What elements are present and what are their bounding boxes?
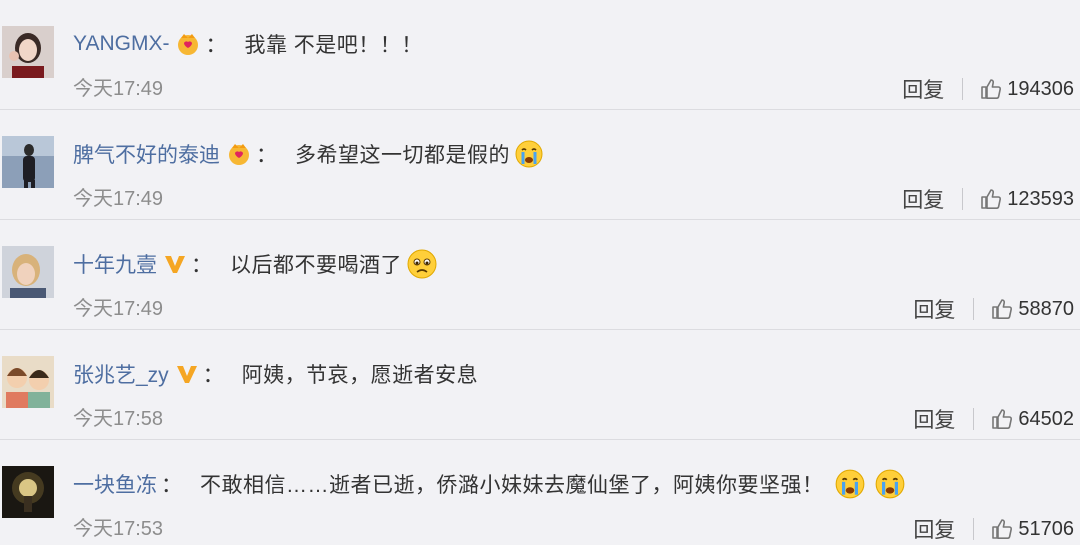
- comment-text: 阿姨，节哀，愿逝者安息: [241, 364, 479, 387]
- colon: ：: [191, 254, 212, 277]
- avatar[interactable]: [2, 466, 54, 518]
- timestamp: 今天17:58: [73, 408, 164, 430]
- like-count: 123593: [1007, 187, 1074, 210]
- like-count: 64502: [1018, 407, 1074, 430]
- comment-text: 多希望这一切都是假的: [295, 144, 510, 167]
- comment-text: 以后都不要喝酒了: [230, 254, 402, 277]
- thumbs-up-icon: [990, 407, 1014, 431]
- timestamp: 今天17:49: [73, 188, 164, 210]
- colon: ：: [202, 364, 224, 387]
- avatar[interactable]: [2, 356, 54, 408]
- crown-heart-icon: [226, 142, 252, 166]
- timestamp: 今天17:49: [73, 78, 164, 100]
- like-button[interactable]: 123593: [979, 187, 1074, 211]
- thumbs-up-icon: [979, 77, 1003, 101]
- like-button[interactable]: 51706: [990, 517, 1074, 541]
- thumbs-up-icon: [990, 297, 1014, 321]
- divider: [973, 518, 975, 540]
- username[interactable]: 十年九壹: [73, 249, 157, 279]
- comment-item: 张兆艺_zy ： 阿姨，节哀，愿逝者安息 今天17:58 回复 64502: [0, 330, 1080, 440]
- crying-emoji-icon: [874, 468, 906, 500]
- avatar[interactable]: [2, 246, 54, 298]
- like-count: 58870: [1018, 297, 1074, 320]
- reply-button[interactable]: 回复: [913, 294, 955, 324]
- avatar[interactable]: [2, 26, 54, 78]
- divider: [973, 408, 975, 430]
- crown-heart-icon: [175, 32, 201, 56]
- like-button[interactable]: 194306: [979, 77, 1074, 101]
- reply-button[interactable]: 回复: [902, 184, 944, 214]
- timestamp: 今天17:53: [73, 518, 164, 540]
- username[interactable]: 脾气不好的泰迪: [73, 139, 220, 169]
- username[interactable]: YANGMX-: [73, 32, 169, 56]
- thumbs-up-icon: [979, 187, 1003, 211]
- colon: ：: [161, 474, 182, 497]
- vip-v-icon: [175, 363, 199, 385]
- username[interactable]: 张兆艺_zy: [73, 359, 169, 389]
- like-count: 194306: [1007, 77, 1074, 100]
- colon: ：: [256, 144, 277, 167]
- comment-item: YANGMX- ： 我靠 不是吧！！！ 今天17:49 回复 194306: [0, 0, 1080, 110]
- crying-emoji-icon: [834, 468, 866, 500]
- divider: [973, 298, 975, 320]
- like-button[interactable]: 58870: [990, 297, 1074, 321]
- comment-text: 不敢相信……逝者已逝，侨潞小妹妹去魔仙堡了，阿姨你要坚强！: [200, 474, 824, 497]
- timestamp: 今天17:49: [73, 298, 164, 320]
- comment-item: 十年九壹 ： 以后都不要喝酒了 今天17:49 回复 58870: [0, 220, 1080, 330]
- reply-button[interactable]: 回复: [913, 514, 955, 544]
- like-count: 51706: [1018, 517, 1074, 540]
- avatar[interactable]: [2, 136, 54, 188]
- divider: [962, 78, 964, 100]
- like-button[interactable]: 64502: [990, 407, 1074, 431]
- sad-emoji-icon: [406, 248, 438, 280]
- reply-button[interactable]: 回复: [902, 74, 944, 104]
- thumbs-up-icon: [990, 517, 1014, 541]
- comment-text: 我靠 不是吧！！！: [244, 34, 423, 57]
- colon: ：: [205, 34, 227, 57]
- vip-v-icon: [163, 253, 187, 275]
- comment-item: 一块鱼冻 ： 不敢相信……逝者已逝，侨潞小妹妹去魔仙堡了，阿姨你要坚强！ 今天1…: [0, 440, 1080, 545]
- comment-item: 脾气不好的泰迪 ： 多希望这一切都是假的 今天17:49 回复 123593: [0, 110, 1080, 220]
- divider: [962, 188, 964, 210]
- crying-emoji-icon: [514, 139, 544, 169]
- reply-button[interactable]: 回复: [913, 404, 955, 434]
- comment-list: YANGMX- ： 我靠 不是吧！！！ 今天17:49 回复 194306 脾气…: [0, 0, 1080, 545]
- username[interactable]: 一块鱼冻: [73, 469, 157, 499]
